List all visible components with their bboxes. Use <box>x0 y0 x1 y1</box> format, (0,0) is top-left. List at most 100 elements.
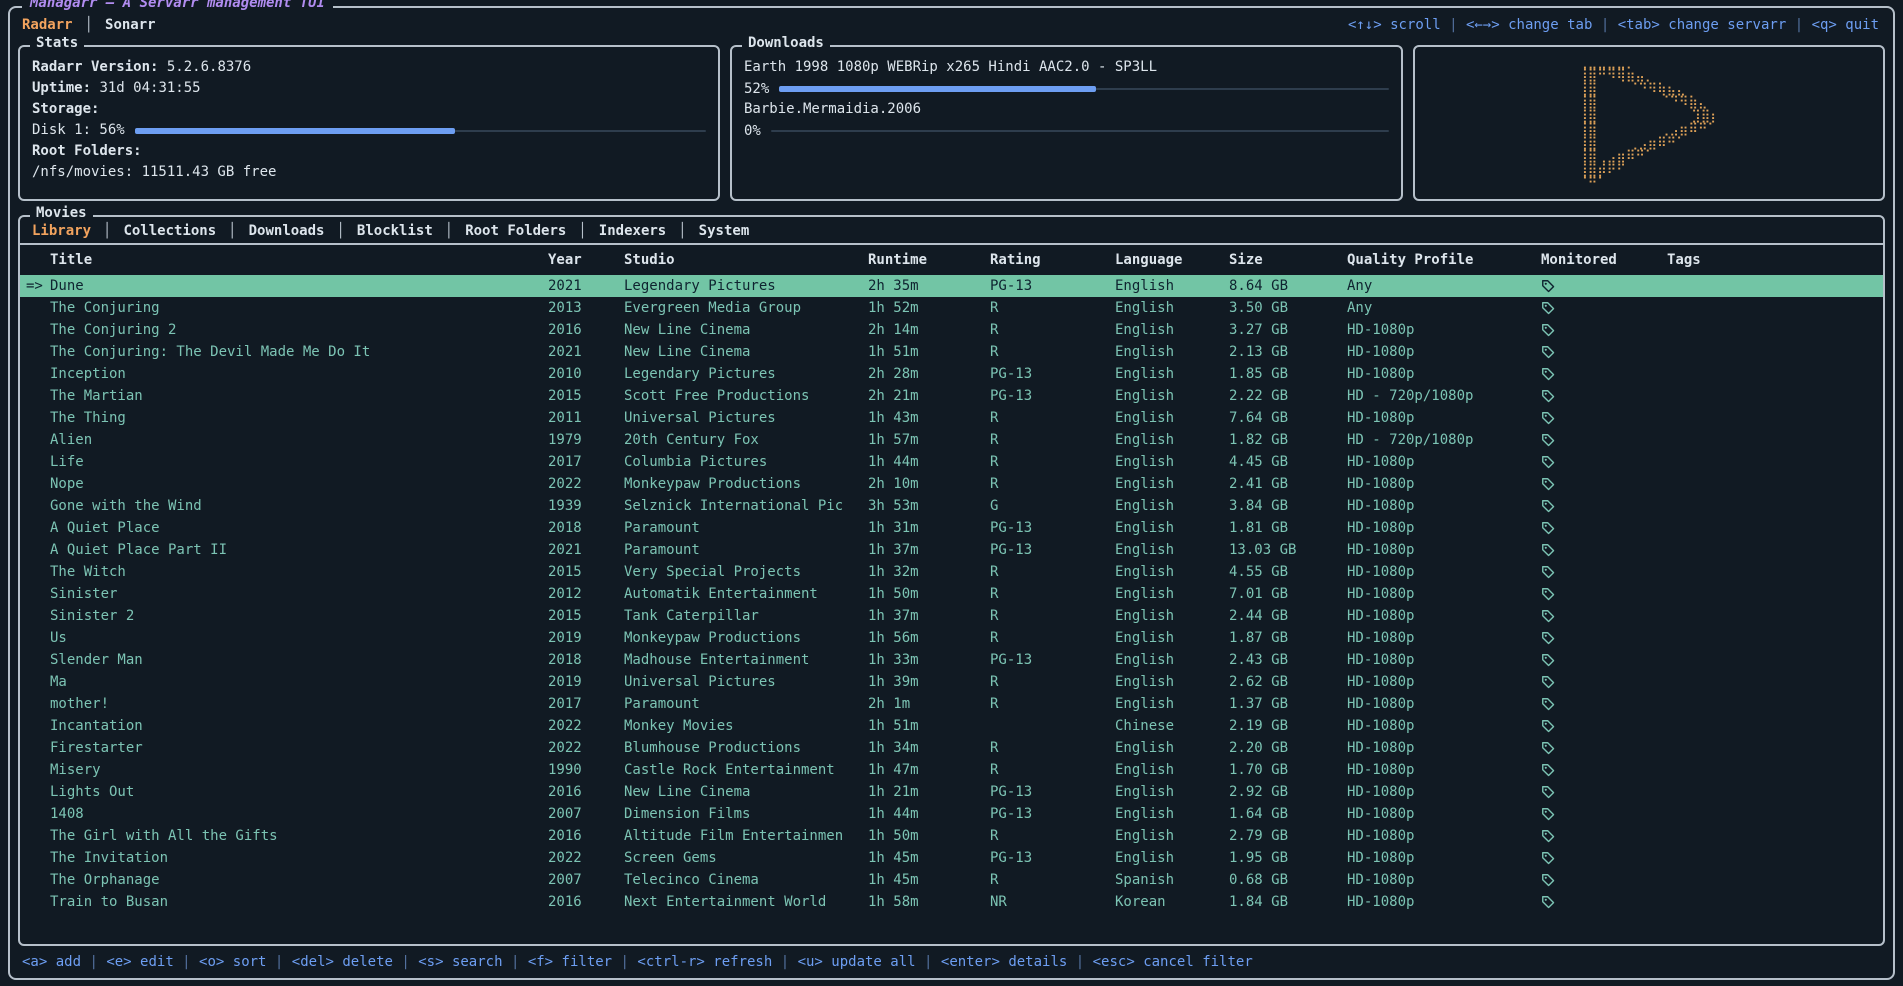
cell-year: 2015 <box>548 608 624 624</box>
table-row[interactable]: The Orphanage2007Telecinco Cinema1h 45mR… <box>20 869 1883 891</box>
cell-studio: Next Entertainment World <box>624 894 868 910</box>
cell-title: Sinister 2 <box>50 608 548 624</box>
table-row[interactable]: Inception2010Legendary Pictures2h 28mPG-… <box>20 363 1883 385</box>
cell-runtime: 1h 43m <box>868 410 990 426</box>
cell-rating: NR <box>990 894 1115 910</box>
cell-language: English <box>1115 498 1229 514</box>
cell-size: 2.43 GB <box>1229 652 1347 668</box>
table-row[interactable]: Alien197920th Century Fox1h 57mREnglish1… <box>20 429 1883 451</box>
tab-separator: │ <box>103 223 111 239</box>
cell-runtime: 1h 58m <box>868 894 990 910</box>
cell-title: Alien <box>50 432 548 448</box>
column-header-quality-profile: Quality Profile <box>1347 252 1541 268</box>
table-row[interactable]: Lights Out2016New Line Cinema1h 21mPG-13… <box>20 781 1883 803</box>
table-row[interactable]: =>Dune2021Legendary Pictures2h 35mPG-13E… <box>20 275 1883 297</box>
cell-rating: PG-13 <box>990 366 1115 382</box>
movies-tab-system[interactable]: System <box>699 223 750 239</box>
cell-language: English <box>1115 432 1229 448</box>
table-row[interactable]: Life2017Columbia Pictures1h 44mREnglish4… <box>20 451 1883 473</box>
table-row[interactable]: The Invitation2022Screen Gems1h 45mPG-13… <box>20 847 1883 869</box>
table-row[interactable]: The Conjuring 22016New Line Cinema2h 14m… <box>20 319 1883 341</box>
radarr-version-row: Radarr Version: 5.2.6.8376 <box>32 57 706 78</box>
table-row[interactable]: A Quiet Place2018Paramount1h 31mPG-13Eng… <box>20 517 1883 539</box>
movies-tab-indexers[interactable]: Indexers <box>599 223 666 239</box>
cell-quality-profile: HD-1080p <box>1347 344 1541 360</box>
movies-tab-blocklist[interactable]: Blocklist <box>357 223 433 239</box>
cell-quality-profile: HD-1080p <box>1347 476 1541 492</box>
cell-rating: R <box>990 740 1115 756</box>
table-row[interactable]: The Girl with All the Gifts2016Altitude … <box>20 825 1883 847</box>
table-row[interactable]: The Witch2015Very Special Projects1h 32m… <box>20 561 1883 583</box>
table-row[interactable]: Us2019Monkeypaw Productions1h 56mREnglis… <box>20 627 1883 649</box>
table-row[interactable]: The Conjuring: The Devil Made Me Do It20… <box>20 341 1883 363</box>
cell-rating: R <box>990 872 1115 888</box>
cell-quality-profile: HD-1080p <box>1347 762 1541 778</box>
table-row[interactable]: The Conjuring2013Evergreen Media Group1h… <box>20 297 1883 319</box>
tag-icon <box>1541 587 1667 601</box>
disk-usage-bar <box>135 121 706 141</box>
tag-icon <box>1541 279 1667 293</box>
table-row[interactable]: A Quiet Place Part II2021Paramount1h 37m… <box>20 539 1883 561</box>
table-row[interactable]: Nope2022Monkeypaw Productions2h 10mREngl… <box>20 473 1883 495</box>
column-header-monitored: Monitored <box>1541 252 1667 268</box>
help-update-all: <u> update all <box>798 954 916 970</box>
tag-icon <box>1541 719 1667 733</box>
cell-year: 2007 <box>548 872 624 888</box>
movies-panel-title: Movies <box>30 205 93 221</box>
table-row[interactable]: Ma2019Universal Pictures1h 39mREnglish2.… <box>20 671 1883 693</box>
hint-separator: | <box>1786 17 1811 33</box>
cell-language: English <box>1115 608 1229 624</box>
table-row[interactable]: 14082007Dimension Films1h 44mPG-13Englis… <box>20 803 1883 825</box>
tag-icon <box>1541 455 1667 469</box>
table-row[interactable]: The Thing2011Universal Pictures1h 43mREn… <box>20 407 1883 429</box>
cell-size: 2.92 GB <box>1229 784 1347 800</box>
servarr-tab-radarr[interactable]: Radarr <box>22 17 73 33</box>
cell-studio: Very Special Projects <box>624 564 868 580</box>
table-row[interactable]: mother!2017Paramount2h 1mREnglish1.37 GB… <box>20 693 1883 715</box>
table-row[interactable]: Sinister 22015Tank Caterpillar1h 37mREng… <box>20 605 1883 627</box>
table-row[interactable]: Misery1990Castle Rock Entertainment1h 47… <box>20 759 1883 781</box>
cell-language: English <box>1115 696 1229 712</box>
table-row[interactable]: Firestarter2022Blumhouse Productions1h 3… <box>20 737 1883 759</box>
cell-quality-profile: HD-1080p <box>1347 784 1541 800</box>
cell-language: Chinese <box>1115 718 1229 734</box>
cell-runtime: 2h 21m <box>868 388 990 404</box>
table-row[interactable]: Train to Busan2016Next Entertainment Wor… <box>20 891 1883 913</box>
movies-tab-library[interactable]: Library <box>32 223 91 239</box>
table-row[interactable]: Sinister2012Automatik Entertainment1h 50… <box>20 583 1883 605</box>
cell-language: English <box>1115 740 1229 756</box>
cell-runtime: 1h 56m <box>868 630 990 646</box>
download-progress-bar <box>771 121 1389 141</box>
cell-runtime: 2h 10m <box>868 476 990 492</box>
cell-studio: Automatik Entertainment <box>624 586 868 602</box>
cell-language: English <box>1115 476 1229 492</box>
cell-size: 1.81 GB <box>1229 520 1347 536</box>
cell-quality-profile: HD-1080p <box>1347 542 1541 558</box>
cell-rating: PG-13 <box>990 784 1115 800</box>
cell-language: English <box>1115 652 1229 668</box>
download-progress-row: 0% <box>744 120 1389 141</box>
cell-year: 2016 <box>548 784 624 800</box>
cell-size: 1.70 GB <box>1229 762 1347 778</box>
hint-separator: | <box>393 954 418 970</box>
cell-language: English <box>1115 542 1229 558</box>
tab-separator: │ <box>678 223 686 239</box>
movies-tab-downloads[interactable]: Downloads <box>249 223 325 239</box>
progress-fill <box>779 86 1096 92</box>
cell-rating: R <box>990 608 1115 624</box>
cell-year: 2018 <box>548 520 624 536</box>
table-row[interactable]: The Martian2015Scott Free Productions2h … <box>20 385 1883 407</box>
cell-language: English <box>1115 278 1229 294</box>
movies-tab-root-folders[interactable]: Root Folders <box>465 223 566 239</box>
cell-title: The Conjuring: The Devil Made Me Do It <box>50 344 548 360</box>
table-row[interactable]: Gone with the Wind1939Selznick Internati… <box>20 495 1883 517</box>
table-row[interactable]: Slender Man2018Madhouse Entertainment1h … <box>20 649 1883 671</box>
table-row[interactable]: Incantation2022Monkey Movies1h 51mChines… <box>20 715 1883 737</box>
version-value: 5.2.6.8376 <box>167 57 251 78</box>
cell-studio: New Line Cinema <box>624 322 868 338</box>
servarr-tab-sonarr[interactable]: Sonarr <box>105 17 156 33</box>
movies-tab-collections[interactable]: Collections <box>123 223 216 239</box>
cell-year: 2017 <box>548 696 624 712</box>
cell-studio: Evergreen Media Group <box>624 300 868 316</box>
cell-studio: 20th Century Fox <box>624 432 868 448</box>
